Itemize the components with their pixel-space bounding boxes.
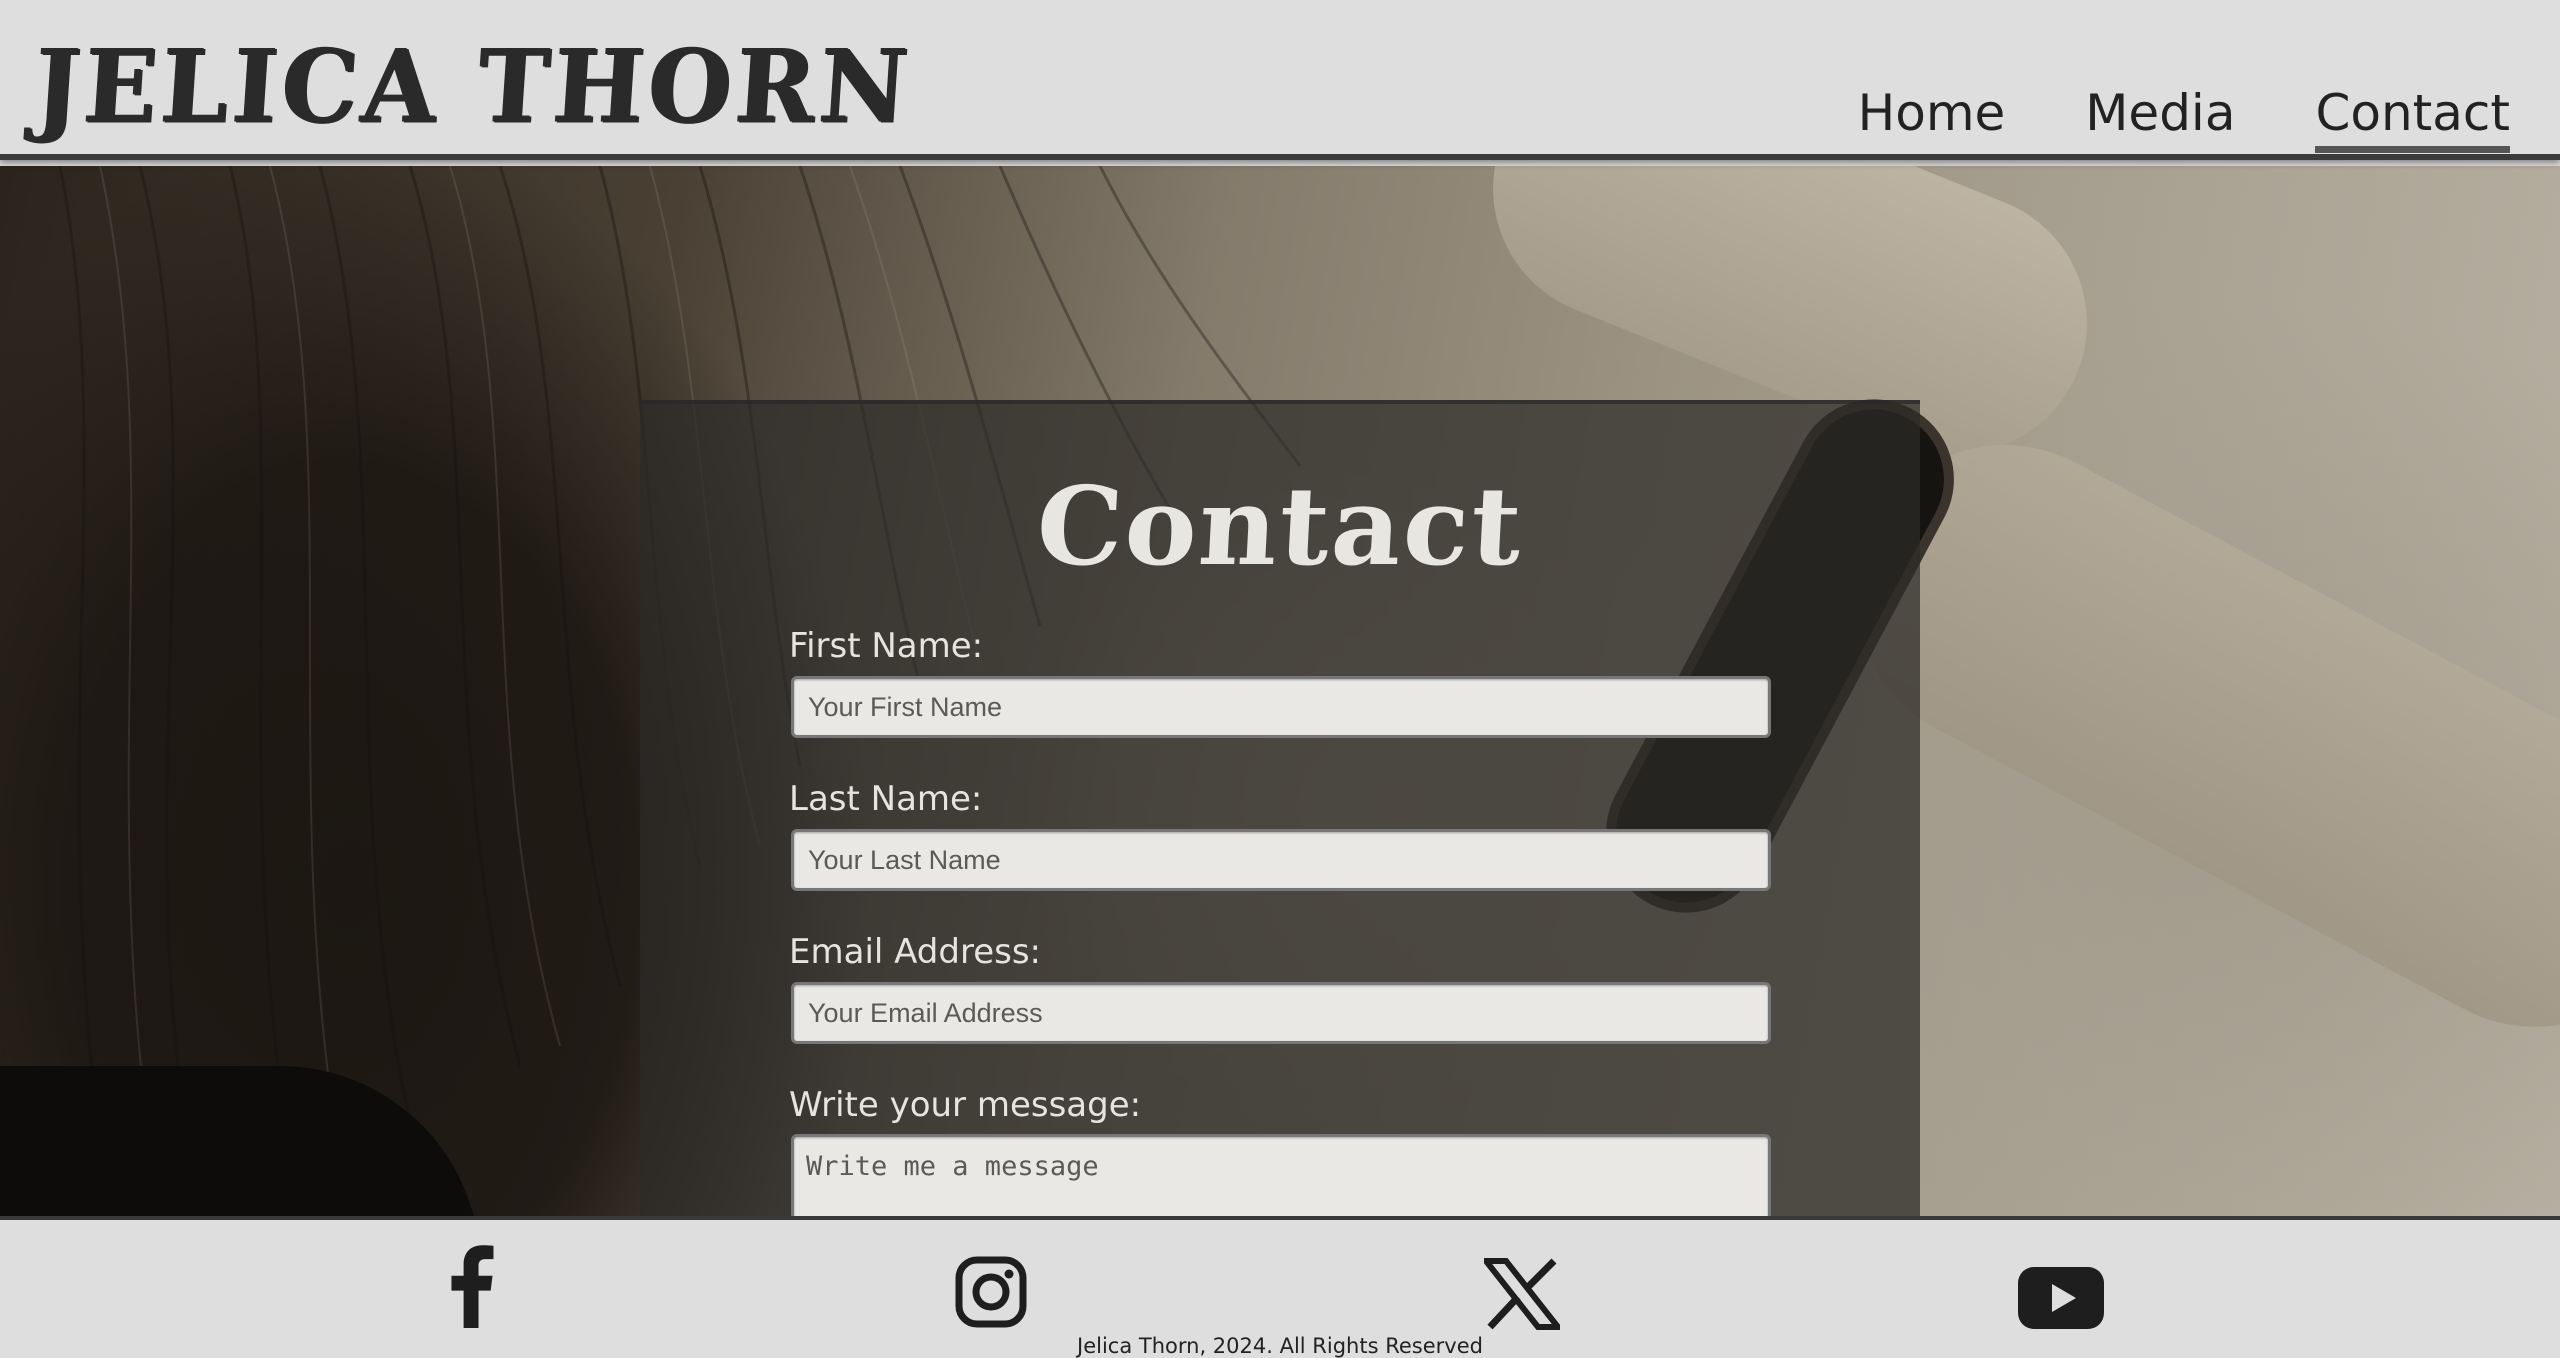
instagram-icon[interactable] bbox=[955, 1244, 1027, 1328]
nav-contact[interactable]: Contact bbox=[2315, 84, 2510, 153]
nav-media[interactable]: Media bbox=[2085, 84, 2235, 153]
main-nav: Home Media Contact bbox=[1858, 84, 2510, 153]
youtube-icon[interactable] bbox=[2018, 1244, 2104, 1329]
email-label: Email Address: bbox=[789, 932, 1041, 972]
site-header: JELICA THORN Home Media Contact bbox=[0, 0, 2560, 160]
last-name-input[interactable] bbox=[791, 829, 1771, 891]
facebook-icon[interactable] bbox=[448, 1244, 496, 1328]
copyright-text: Jelica Thorn, 2024. All Rights Reserved bbox=[1077, 1334, 1483, 1358]
site-logo[interactable]: JELICA THORN bbox=[30, 27, 915, 146]
first-name-label: First Name: bbox=[789, 626, 984, 666]
last-name-label: Last Name: bbox=[789, 779, 983, 819]
x-icon[interactable] bbox=[1484, 1244, 1560, 1330]
nav-home[interactable]: Home bbox=[1858, 84, 2006, 153]
email-input[interactable] bbox=[791, 982, 1771, 1044]
first-name-input[interactable] bbox=[791, 676, 1771, 738]
contact-form-panel: Contact First Name: Last Name: Email Add… bbox=[640, 400, 1920, 1234]
message-label: Write your message: bbox=[789, 1085, 1142, 1125]
site-footer: Jelica Thorn, 2024. All Rights Reserved bbox=[0, 1216, 2560, 1358]
contact-title: Contact bbox=[1033, 464, 1527, 590]
